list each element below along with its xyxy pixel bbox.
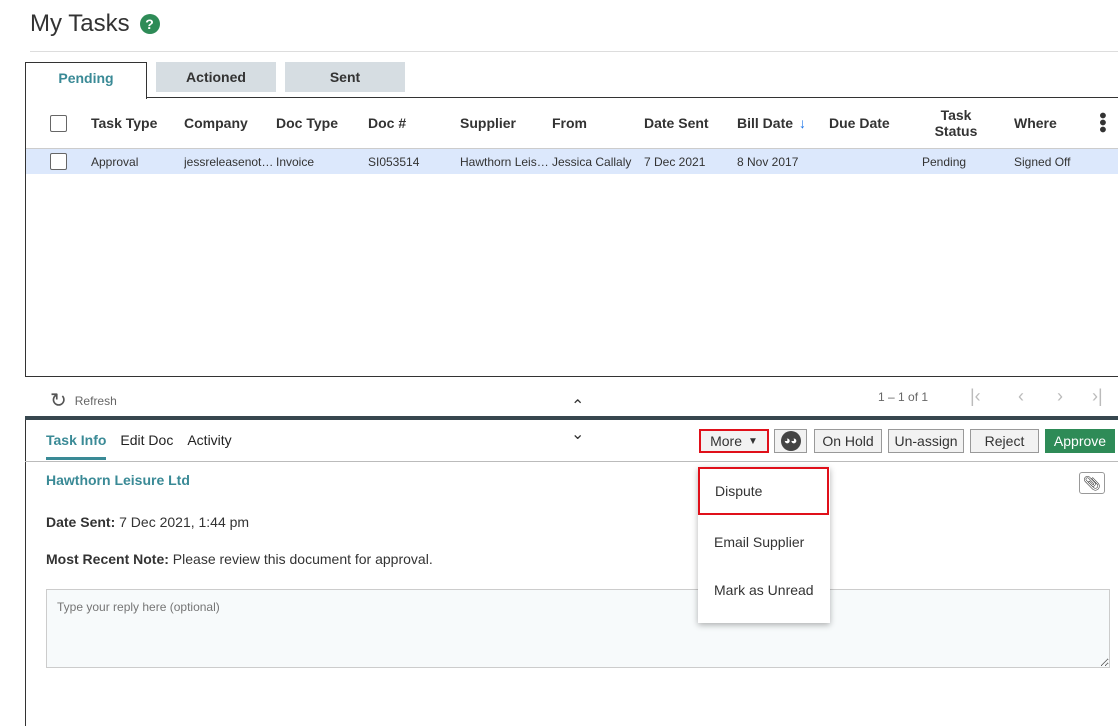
page-title-text: My Tasks xyxy=(30,10,130,37)
tab-pending[interactable]: Pending xyxy=(25,62,147,99)
caret-down-icon: ▼ xyxy=(748,435,758,447)
menu-item-mark-unread[interactable]: Mark as Unread xyxy=(698,566,830,614)
cell-task-status: Pending xyxy=(922,154,967,169)
last-page-icon[interactable]: ›| xyxy=(1092,386,1103,407)
date-sent-value: 7 Dec 2021, 1:44 pm xyxy=(115,514,250,530)
more-button[interactable]: More ▼ xyxy=(699,429,769,453)
recent-note-label: Most Recent Note: xyxy=(46,551,169,567)
task-grid: Task Type Company Doc Type Doc # Supplie… xyxy=(25,97,1118,377)
help-icon[interactable]: ? xyxy=(139,14,160,34)
column-menu-icon[interactable]: ••• xyxy=(1091,98,1113,148)
reply-textarea[interactable] xyxy=(46,589,1110,668)
select-all-cell xyxy=(50,98,67,148)
col-company[interactable]: Company xyxy=(184,98,248,148)
people-icon: ◕◕ xyxy=(780,431,801,451)
cell-task-type: Approval xyxy=(91,154,139,169)
unassign-button[interactable]: Un-assign xyxy=(888,429,964,453)
page-title: My Tasks ? xyxy=(30,10,160,38)
refresh-label: Refresh xyxy=(74,393,117,408)
col-doc-no[interactable]: Doc # xyxy=(368,98,406,148)
table-row[interactable]: Approval jessreleasenot… Invoice SI05351… xyxy=(26,148,1118,174)
cell-company: jessreleasenot… xyxy=(184,154,274,169)
date-sent-label: Date Sent: xyxy=(46,514,116,530)
refresh-button[interactable]: ↻ Refresh xyxy=(50,388,117,413)
cell-doc-type: Invoice xyxy=(276,154,315,169)
tab-activity[interactable]: Activity xyxy=(187,432,231,460)
menu-item-dispute[interactable]: Dispute xyxy=(698,467,829,515)
col-from[interactable]: From xyxy=(552,98,587,148)
more-dropdown-menu: Dispute Email Supplier Mark as Unread xyxy=(698,467,830,623)
cell-bill-date: 8 Nov 2017 xyxy=(737,154,799,169)
detail-divider xyxy=(25,461,1118,462)
col-supplier[interactable]: Supplier xyxy=(460,98,516,148)
col-due-date[interactable]: Due Date xyxy=(829,98,890,148)
grid-header: Task Type Company Doc Type Doc # Supplie… xyxy=(26,98,1118,148)
cell-from: Jessica Callaly xyxy=(552,154,632,169)
title-divider xyxy=(30,51,1118,52)
approve-button[interactable]: Approve xyxy=(1045,429,1115,453)
col-bill-date[interactable]: Bill Date ↓ xyxy=(737,98,806,148)
cell-where: Signed Off xyxy=(1014,154,1071,169)
date-sent-line: Date Sent: 7 Dec 2021, 1:44 pm xyxy=(46,514,249,530)
col-date-sent[interactable]: Date Sent xyxy=(644,98,709,148)
more-label: More xyxy=(710,433,742,449)
panel-splitter[interactable] xyxy=(25,416,1118,420)
sort-descending-icon: ↓ xyxy=(799,115,807,131)
tab-actioned[interactable]: Actioned xyxy=(156,62,276,92)
col-task-status[interactable]: Task Status xyxy=(931,98,981,148)
col-doc-type[interactable]: Doc Type xyxy=(276,98,338,148)
cell-supplier: Hawthorn Leis… xyxy=(460,154,549,169)
col-task-type[interactable]: Task Type xyxy=(91,98,157,148)
select-all-checkbox[interactable] xyxy=(50,114,67,132)
company-link[interactable]: Hawthorn Leisure Ltd xyxy=(46,472,190,488)
recent-note-line: Most Recent Note: Please review this doc… xyxy=(46,551,433,567)
menu-item-email-supplier[interactable]: Email Supplier xyxy=(698,518,830,566)
prev-page-icon[interactable]: ‹ xyxy=(1018,386,1024,407)
cell-date-sent: 7 Dec 2021 xyxy=(644,154,706,169)
task-tabs: Pending Actioned Sent xyxy=(25,62,405,99)
first-page-icon[interactable]: |‹ xyxy=(970,386,981,407)
col-where[interactable]: Where xyxy=(1014,98,1057,148)
expand-up-icon[interactable]: ⌃ xyxy=(571,396,584,416)
row-checkbox[interactable] xyxy=(50,153,67,170)
tab-task-info[interactable]: Task Info xyxy=(46,432,107,460)
page-count: 1 – 1 of 1 xyxy=(878,390,929,404)
paperclip-icon[interactable]: 📎︎ xyxy=(1079,472,1105,494)
next-page-icon[interactable]: › xyxy=(1057,386,1063,407)
refresh-icon: ↻ xyxy=(50,390,67,412)
reject-button[interactable]: Reject xyxy=(970,429,1039,453)
expand-down-icon[interactable]: ⌄ xyxy=(571,424,584,444)
row-select-cell xyxy=(50,149,67,174)
col-bill-date-label: Bill Date xyxy=(737,115,794,131)
on-hold-button[interactable]: On Hold xyxy=(814,429,882,453)
detail-left-border xyxy=(25,420,26,726)
cell-doc-no: SI053514 xyxy=(368,154,420,169)
detail-tabs: Task Info Edit Doc Activity xyxy=(46,432,232,460)
recent-note-value: Please review this document for approval… xyxy=(168,551,433,567)
tab-edit-doc[interactable]: Edit Doc xyxy=(120,432,173,460)
tab-sent[interactable]: Sent xyxy=(285,62,405,92)
reassign-button[interactable]: ◕◕ xyxy=(774,429,807,453)
